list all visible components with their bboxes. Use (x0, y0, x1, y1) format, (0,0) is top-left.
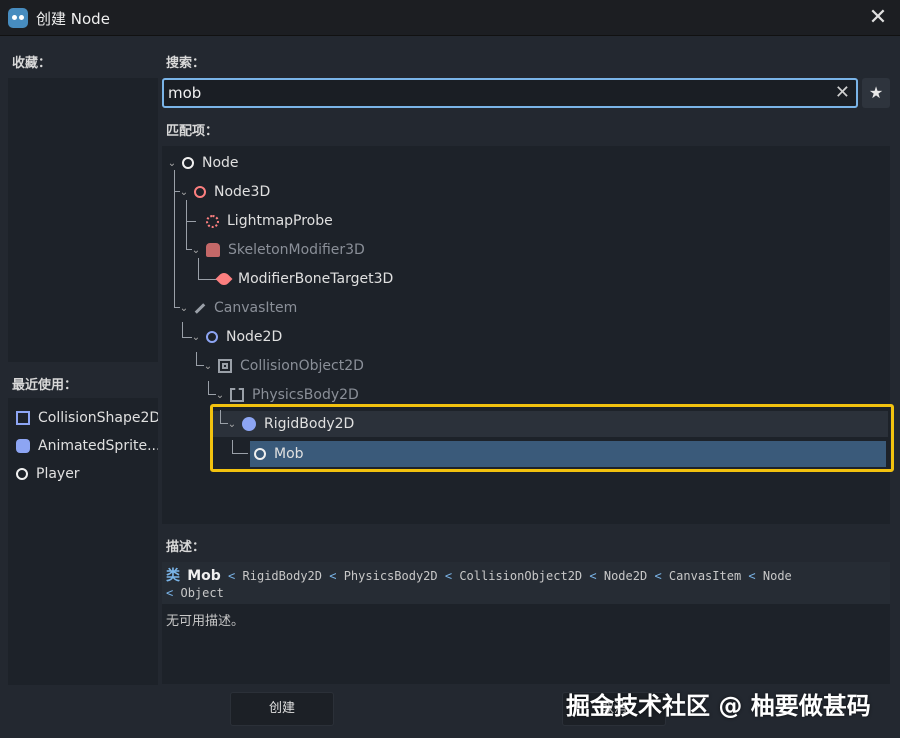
tree-line (232, 440, 248, 454)
inherit-separator: < (166, 586, 174, 600)
chevron-down-icon[interactable]: ⌄ (214, 390, 226, 401)
tree-item-collisionobject2d[interactable]: ⌄ CollisionObject2D (202, 353, 364, 379)
tree-item-rigidbody2d[interactable]: ⌄ RigidBody2D (226, 411, 355, 437)
search-label: 搜索： (166, 56, 206, 71)
favorite-star-button[interactable]: ★ (862, 78, 890, 108)
description-body: 无可用描述。 (162, 604, 890, 684)
favorites-list[interactable] (8, 78, 158, 362)
collision-shape-icon (16, 411, 30, 425)
chevron-down-icon[interactable]: ⌄ (226, 419, 238, 430)
tree-item-label: PhysicsBody2D (252, 387, 359, 403)
tree-item-label: CanvasItem (214, 300, 298, 316)
lightmap-probe-icon (206, 214, 219, 228)
inherit-link[interactable]: PhysicsBody2D (344, 569, 438, 583)
tree-item-label: Node2D (226, 329, 283, 345)
collision-object-icon (218, 359, 232, 373)
inherit-separator: < (228, 569, 236, 583)
godot-icon (8, 8, 28, 28)
inherit-link[interactable]: Node2D (604, 569, 647, 583)
tree-item-label: SkeletonModifier3D (228, 242, 365, 258)
tree-item-lightmapprobe[interactable]: LightmapProbe (206, 208, 333, 234)
tree-item-label: LightmapProbe (227, 213, 333, 229)
chevron-down-icon[interactable]: ⌄ (166, 158, 178, 169)
tree-item-physicsbody2d[interactable]: ⌄ PhysicsBody2D (214, 382, 359, 408)
chevron-down-icon[interactable]: ⌄ (178, 303, 190, 314)
recent-item-label: CollisionShape2D (38, 410, 158, 426)
rigid-body-icon (242, 417, 256, 431)
search-input[interactable] (168, 83, 818, 103)
window-title: 创建 Node (36, 10, 110, 28)
inherit-separator: < (589, 569, 597, 583)
inherit-link[interactable]: CanvasItem (669, 569, 741, 583)
inherit-link[interactable]: Object (180, 586, 223, 600)
chevron-down-icon[interactable]: ⌄ (190, 332, 202, 343)
recent-label: 最近使用： (12, 378, 78, 393)
chevron-down-icon[interactable]: ⌄ (178, 187, 190, 198)
skeleton-modifier-icon (206, 243, 220, 257)
chevron-down-icon[interactable]: ⌄ (202, 361, 214, 372)
canvas-item-icon (194, 302, 206, 314)
class-name: Mob (187, 568, 221, 584)
node-icon (16, 468, 28, 480)
close-icon[interactable]: ✕ (864, 4, 892, 32)
search-box: ✕ (162, 78, 858, 108)
recent-item-collisionshape2d[interactable]: CollisionShape2D (8, 404, 158, 432)
tree-item-canvasitem[interactable]: ⌄ CanvasItem (178, 295, 297, 321)
tree-item-label: Mob (274, 446, 304, 462)
recent-list[interactable]: CollisionShape2D AnimatedSprite... Playe… (8, 398, 158, 685)
class-keyword: 类 (166, 568, 180, 584)
matches-label: 匹配项： (166, 124, 219, 139)
tree-item-label: Node (202, 155, 239, 171)
inherit-link[interactable]: RigidBody2D (243, 569, 322, 583)
chevron-down-icon[interactable]: ⌄ (190, 245, 202, 256)
clear-icon[interactable]: ✕ (835, 82, 850, 103)
watermark: 掘金技术社区 @ 柚要做甚码 (566, 692, 871, 720)
tree-item-label: Node3D (214, 184, 271, 200)
recent-item-label: AnimatedSprite... (38, 438, 158, 454)
tree-item-node2d[interactable]: ⌄ Node2D (190, 324, 282, 350)
description-header: 类 Mob < RigidBody2D < PhysicsBody2D < Co… (162, 562, 890, 604)
tree-item-label: RigidBody2D (264, 416, 355, 432)
node-icon (254, 448, 266, 460)
node3d-icon (194, 186, 206, 198)
star-icon: ★ (868, 83, 884, 102)
recent-item-animatedsprite[interactable]: AnimatedSprite... (8, 432, 158, 460)
inherit-link[interactable]: Node (763, 569, 792, 583)
recent-item-label: Player (36, 466, 80, 482)
selected-row-bg (250, 441, 886, 467)
animated-sprite-icon (16, 439, 30, 453)
bone-target-icon (215, 270, 233, 288)
create-button[interactable]: 创建 (230, 692, 334, 726)
inherit-separator: < (748, 569, 756, 583)
title-bar: 创建 Node ✕ (0, 0, 900, 36)
inherit-link[interactable]: CollisionObject2D (459, 569, 582, 583)
node-icon (182, 157, 194, 169)
tree-item-node[interactable]: ⌄ Node (166, 150, 239, 176)
inherit-separator: < (654, 569, 662, 583)
tree-item-node3d[interactable]: ⌄ Node3D (178, 179, 270, 205)
tree-item-skeletonmodifier3d[interactable]: ⌄ SkeletonModifier3D (190, 237, 365, 263)
tree-item-label: CollisionObject2D (240, 358, 364, 374)
inherit-separator: < (444, 569, 453, 583)
favorites-label: 收藏： (12, 56, 52, 71)
tree-item-label: ModifierBoneTarget3D (238, 271, 394, 287)
inherit-separator: < (329, 569, 337, 583)
node2d-icon (206, 331, 218, 343)
recent-item-player[interactable]: Player (8, 460, 158, 488)
tree-item-mob[interactable]: Mob (254, 441, 304, 467)
description-label: 描述： (166, 540, 206, 555)
tree-item-modifierbonetarget3d[interactable]: ModifierBoneTarget3D (215, 266, 394, 292)
physics-body-icon (230, 388, 244, 402)
